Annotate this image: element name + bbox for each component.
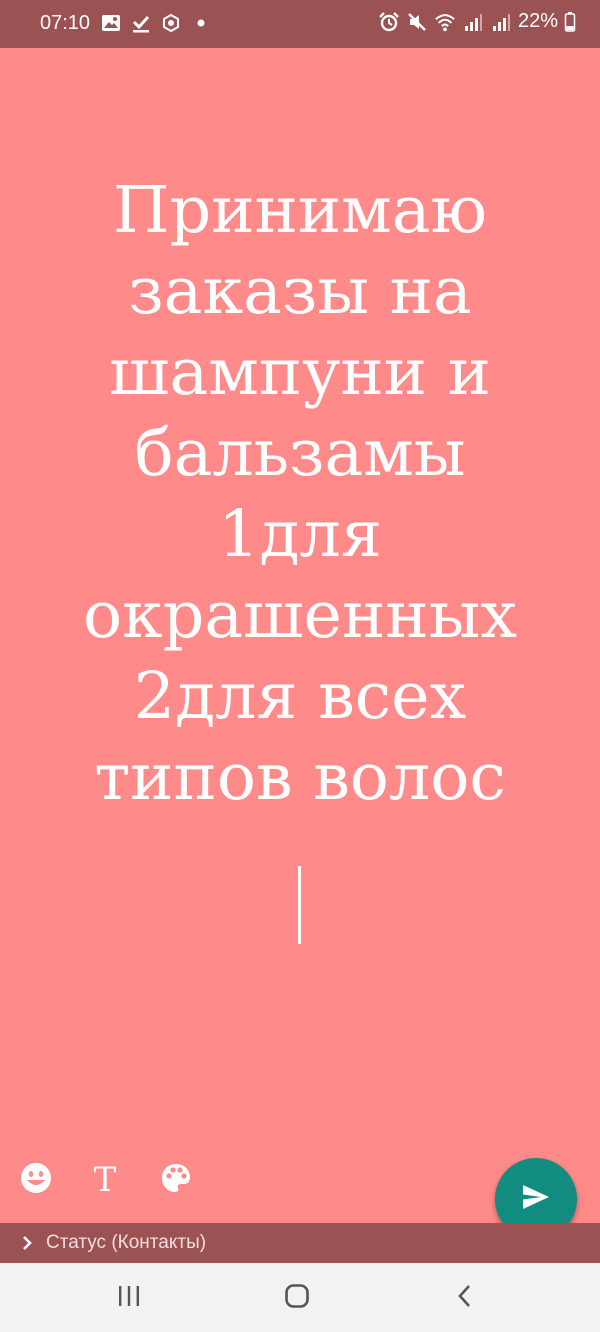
gallery-icon <box>100 12 122 34</box>
home-button[interactable] <box>267 1279 327 1317</box>
signal-icon <box>462 11 484 33</box>
system-navigation-bar <box>0 1263 600 1332</box>
chevron-right-icon <box>20 1232 36 1254</box>
send-icon <box>521 1183 551 1215</box>
back-button[interactable] <box>435 1279 495 1317</box>
status-recipients-bar[interactable]: Статус (Контакты) <box>0 1223 600 1263</box>
palette-icon <box>159 1161 193 1199</box>
status-time: 07:10 <box>40 12 91 34</box>
mute-icon <box>406 11 428 33</box>
back-icon <box>455 1283 475 1313</box>
emoji-button[interactable] <box>16 1160 56 1200</box>
text-style-button[interactable]: T <box>85 1160 125 1200</box>
home-icon <box>284 1283 310 1313</box>
recent-apps-icon <box>116 1284 142 1312</box>
signal-icon <box>490 11 512 33</box>
text-cursor <box>298 866 301 944</box>
battery-level: 22% <box>517 10 558 32</box>
alarm-icon <box>378 11 400 33</box>
recipients-label: Статус (Контакты) <box>46 1232 207 1253</box>
notification-icons <box>100 12 212 34</box>
system-indicators: 22% <box>378 10 576 33</box>
check-download-icon <box>130 12 152 34</box>
status-bar: 07:10 22% <box>0 0 600 48</box>
app-notification-icon <box>160 12 182 34</box>
emoji-icon <box>19 1161 53 1199</box>
recent-apps-button[interactable] <box>99 1279 159 1317</box>
status-text-input[interactable]: Принимаю заказы на шампуни и бальзамы 1д… <box>40 170 560 818</box>
dot-icon <box>190 12 212 34</box>
background-color-button[interactable] <box>156 1160 196 1200</box>
text-style-icon: T <box>93 1160 117 1200</box>
wifi-icon <box>434 11 456 33</box>
battery-icon <box>564 11 576 33</box>
